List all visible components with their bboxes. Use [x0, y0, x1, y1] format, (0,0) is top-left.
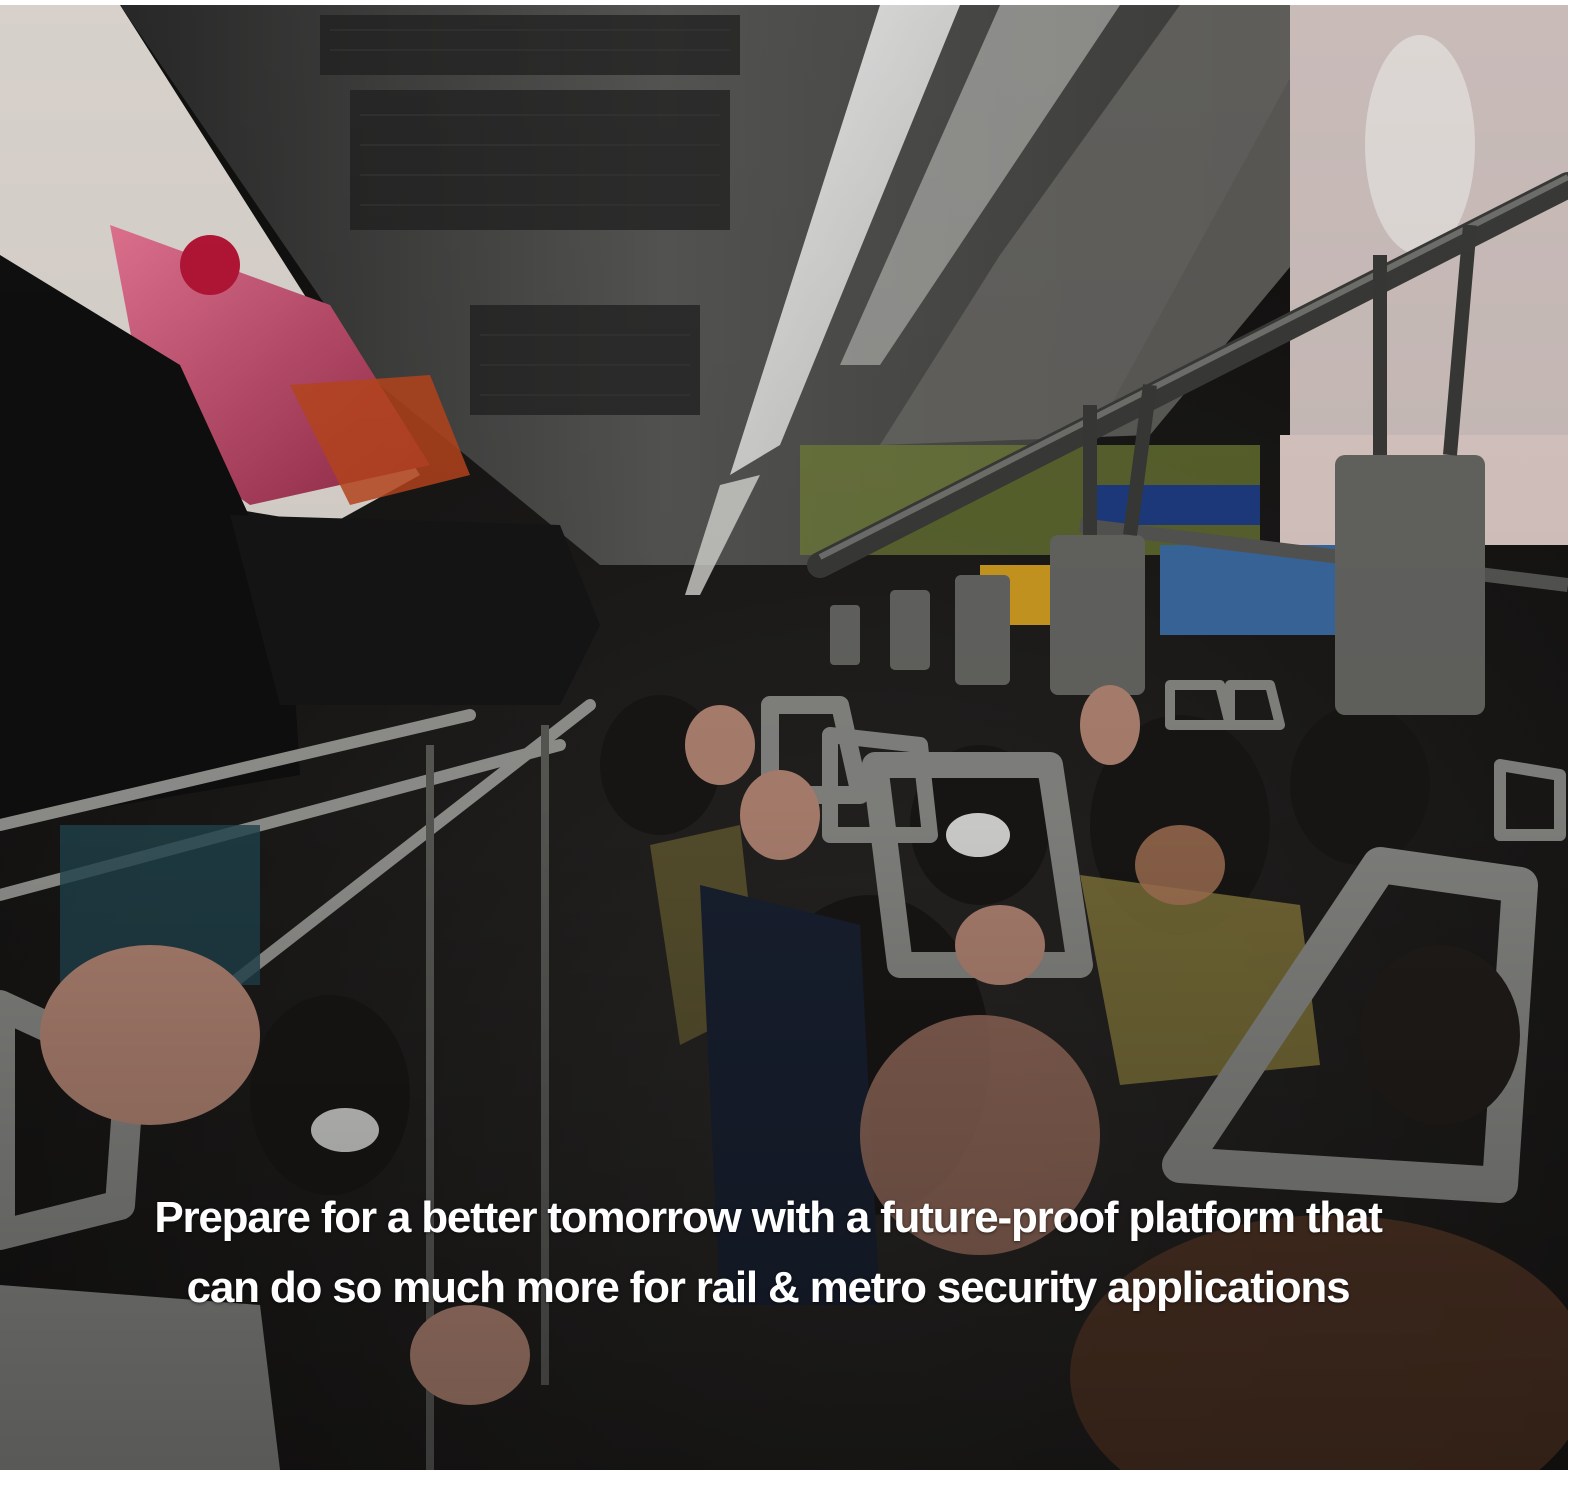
- hero-headline: Prepare for a better tomorrow with a fut…: [154, 1193, 1383, 1312]
- hero-banner: Prepare for a better tomorrow with a fut…: [0, 5, 1568, 1470]
